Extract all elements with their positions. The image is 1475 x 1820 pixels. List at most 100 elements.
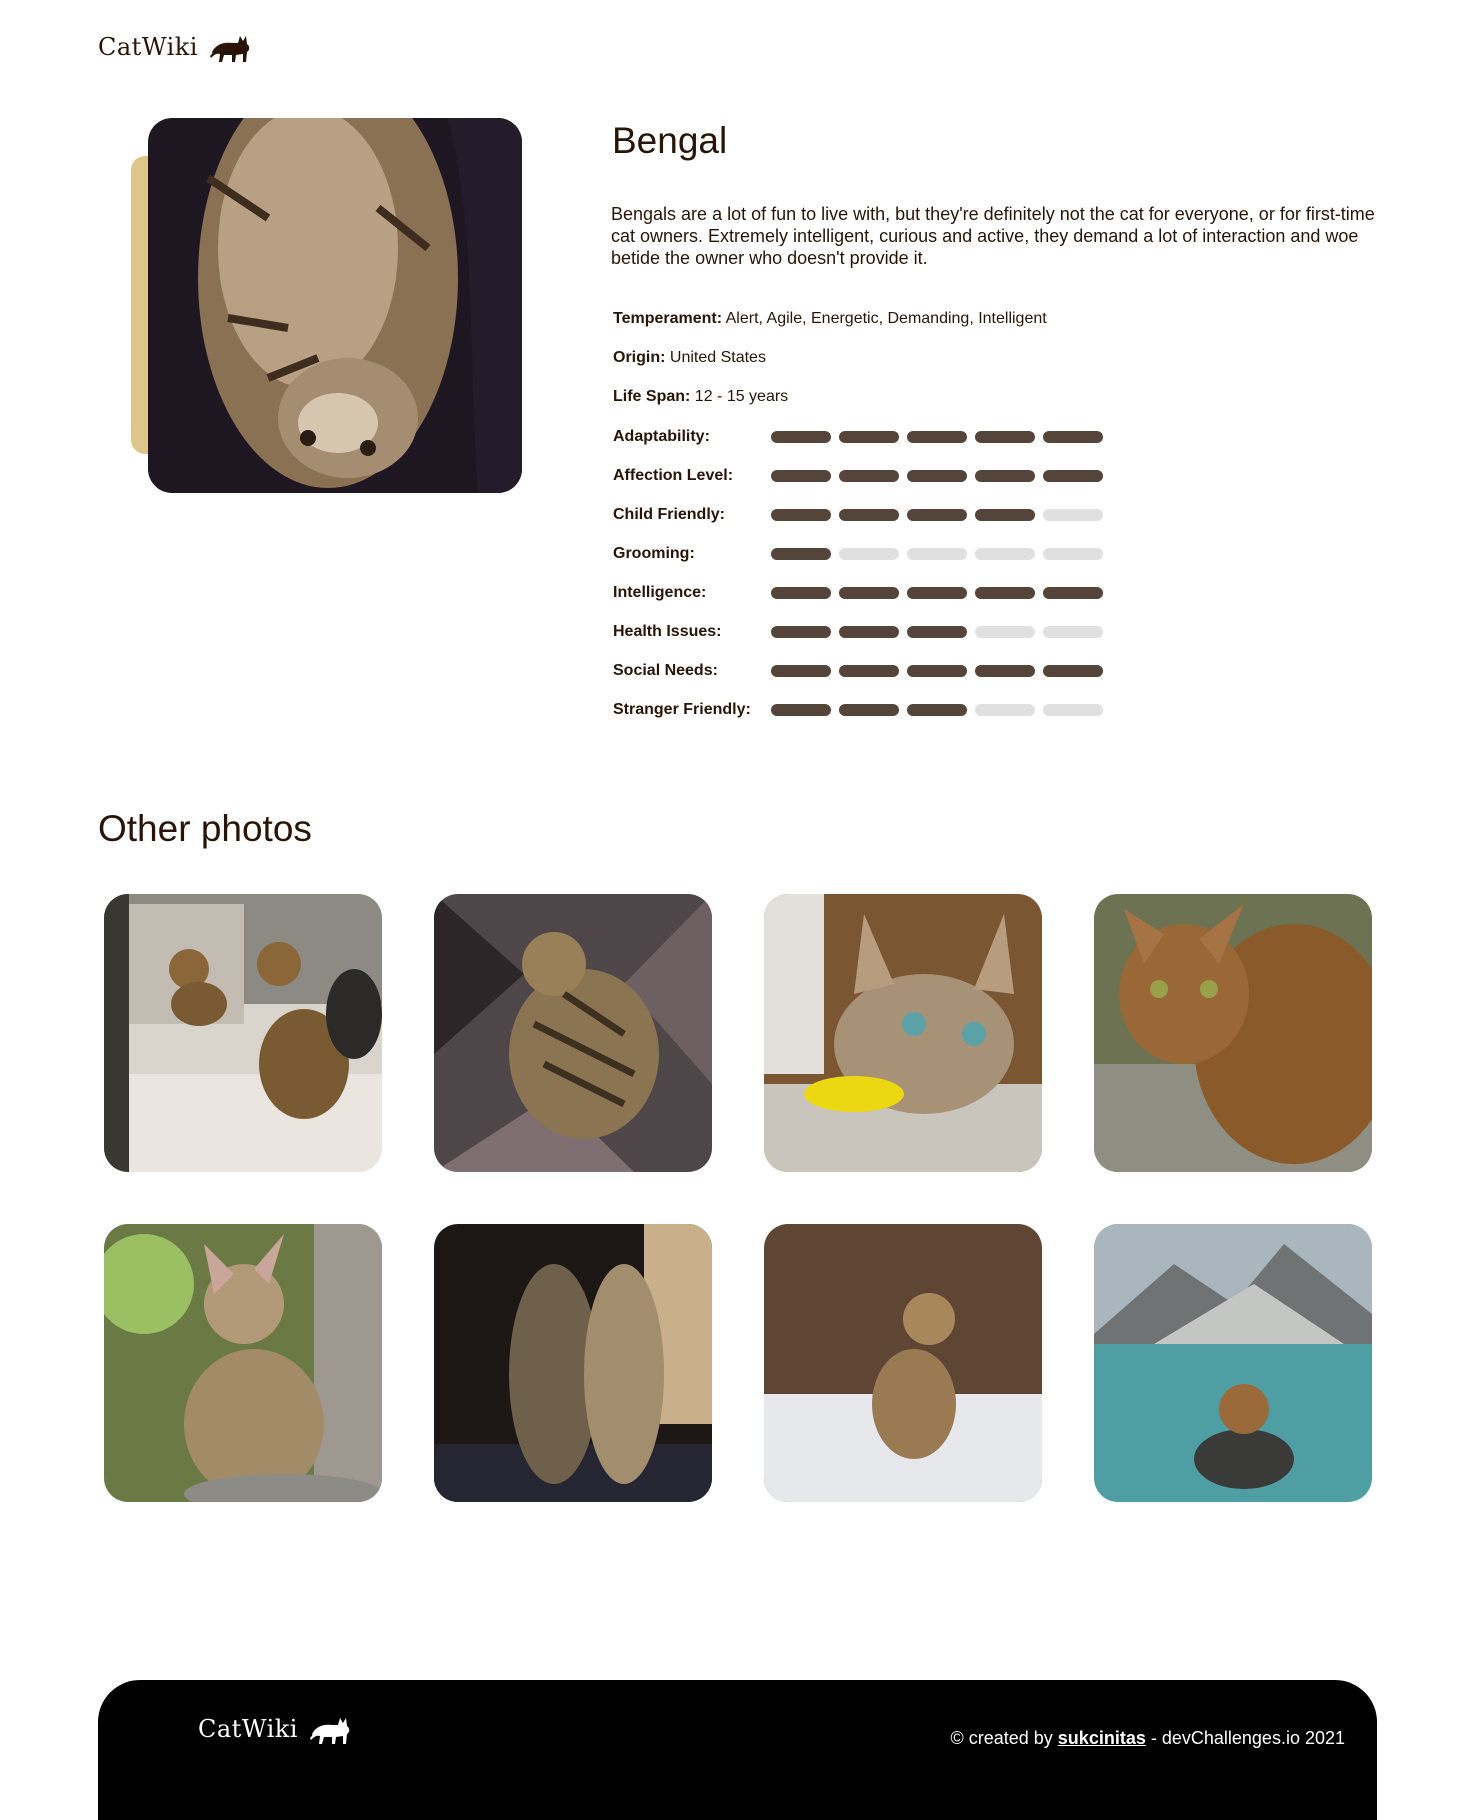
rating-row: Grooming: bbox=[613, 544, 1133, 564]
cat-logo-icon bbox=[309, 1718, 350, 1744]
credit-prefix: © created by bbox=[950, 1728, 1053, 1748]
cat-photo-4[interactable] bbox=[1094, 894, 1372, 1172]
rating-row: Child Friendly: bbox=[613, 505, 1133, 525]
rating-bar-filled bbox=[975, 665, 1035, 677]
rating-bar-filled bbox=[771, 665, 831, 677]
author-link[interactable]: sukcinitas bbox=[1058, 1728, 1146, 1748]
cat-photo-window bbox=[434, 1224, 712, 1502]
life-span-value: 12 - 15 years bbox=[694, 388, 789, 405]
breed-description: Bengals are a lot of fun to live with, b… bbox=[611, 204, 1375, 268]
rating-label: Stranger Friendly: bbox=[613, 701, 751, 718]
rating-label: Affection Level: bbox=[613, 467, 734, 484]
rating-bar-filled bbox=[771, 431, 831, 443]
life-span-line: Life Span: 12 - 15 years bbox=[613, 388, 788, 406]
logo-text: CatWiki bbox=[98, 33, 198, 61]
rating-bars bbox=[771, 470, 1103, 482]
cat-logo-icon bbox=[209, 36, 250, 62]
rating-bar-filled bbox=[975, 587, 1035, 599]
rating-bars bbox=[771, 665, 1103, 677]
rating-bar-filled bbox=[771, 548, 831, 560]
rating-bars bbox=[771, 548, 1103, 560]
cat-photo-6[interactable] bbox=[434, 1224, 712, 1502]
other-photos-title: Other photos bbox=[98, 808, 312, 849]
cat-photo-5[interactable] bbox=[104, 1224, 382, 1502]
rating-label: Child Friendly: bbox=[613, 506, 725, 523]
breed-image-container bbox=[131, 118, 523, 494]
rating-label: Intelligence: bbox=[613, 584, 707, 601]
cat-photo-mirror bbox=[104, 894, 382, 1172]
rating-bar-filled bbox=[907, 509, 967, 521]
cat-photo-2[interactable] bbox=[434, 894, 712, 1172]
footer-logo[interactable]: CatWiki bbox=[198, 1710, 352, 1748]
cat-photo-8[interactable] bbox=[1094, 1224, 1372, 1502]
rating-bar-empty bbox=[1043, 704, 1103, 716]
rating-bars bbox=[771, 704, 1103, 716]
cat-photo-main bbox=[148, 118, 522, 493]
rating-bar-filled bbox=[839, 431, 899, 443]
rating-bar-filled bbox=[839, 704, 899, 716]
rating-bar-filled bbox=[1043, 587, 1103, 599]
rating-bar-filled bbox=[907, 665, 967, 677]
rating-bar-filled bbox=[839, 665, 899, 677]
rating-bars bbox=[771, 431, 1103, 443]
life-span-label: Life Span: bbox=[613, 388, 691, 405]
rating-bar-filled bbox=[975, 470, 1035, 482]
rating-bar-empty bbox=[839, 548, 899, 560]
rating-row: Intelligence: bbox=[613, 583, 1133, 603]
cat-photo-snow bbox=[764, 1224, 1042, 1502]
origin-line: Origin: United States bbox=[613, 349, 766, 367]
rating-bar-filled bbox=[907, 470, 967, 482]
rating-bar-filled bbox=[771, 470, 831, 482]
temperament-line: Temperament: Alert, Agile, Energetic, De… bbox=[613, 310, 1047, 328]
rating-row: Adaptability: bbox=[613, 427, 1133, 447]
rating-bar-empty bbox=[1043, 626, 1103, 638]
temperament-label: Temperament: bbox=[613, 310, 723, 327]
origin-value: United States bbox=[669, 349, 766, 366]
cat-photo-blanket bbox=[434, 894, 712, 1172]
header-logo[interactable]: CatWiki bbox=[98, 28, 252, 66]
rating-bar-filled bbox=[907, 704, 967, 716]
rating-bar-filled bbox=[907, 626, 967, 638]
cat-photo-lake bbox=[1094, 1224, 1372, 1502]
rating-label: Adaptability: bbox=[613, 428, 710, 445]
rating-label: Grooming: bbox=[613, 545, 695, 562]
breed-main-photo bbox=[148, 118, 522, 493]
temperament-value: Alert, Agile, Energetic, Demanding, Inte… bbox=[725, 310, 1047, 327]
rating-bar-filled bbox=[771, 587, 831, 599]
rating-bar-empty bbox=[907, 548, 967, 560]
breed-name: Bengal bbox=[612, 120, 728, 161]
rating-row: Affection Level: bbox=[613, 466, 1133, 486]
cat-photo-feather bbox=[764, 894, 1042, 1172]
rating-bars bbox=[771, 509, 1103, 521]
cat-photo-3[interactable] bbox=[764, 894, 1042, 1172]
footer: CatWiki © created by sukcinitas - devCha… bbox=[98, 1680, 1377, 1820]
rating-bar-filled bbox=[839, 626, 899, 638]
cat-photo-outdoor bbox=[1094, 894, 1372, 1172]
rating-label: Health Issues: bbox=[613, 623, 722, 640]
rating-bar-filled bbox=[907, 587, 967, 599]
rating-row: Health Issues: bbox=[613, 622, 1133, 642]
rating-label: Social Needs: bbox=[613, 662, 718, 679]
rating-bar-empty bbox=[975, 548, 1035, 560]
cat-photo-1[interactable] bbox=[104, 894, 382, 1172]
rating-bar-empty bbox=[1043, 548, 1103, 560]
footer-logo-text: CatWiki bbox=[198, 1715, 298, 1743]
rating-row: Stranger Friendly: bbox=[613, 700, 1133, 720]
rating-bar-empty bbox=[975, 626, 1035, 638]
rating-bar-filled bbox=[771, 704, 831, 716]
rating-bar-filled bbox=[907, 431, 967, 443]
rating-bar-empty bbox=[975, 704, 1035, 716]
rating-bar-filled bbox=[771, 509, 831, 521]
rating-bars bbox=[771, 626, 1103, 638]
rating-bar-filled bbox=[1043, 665, 1103, 677]
rating-bar-filled bbox=[839, 587, 899, 599]
rating-bar-filled bbox=[1043, 470, 1103, 482]
cat-photo-kitten bbox=[104, 1224, 382, 1502]
rating-bar-filled bbox=[771, 626, 831, 638]
credit-suffix: - devChallenges.io 2021 bbox=[1150, 1728, 1345, 1748]
rating-bars bbox=[771, 587, 1103, 599]
cat-photo-7[interactable] bbox=[764, 1224, 1042, 1502]
rating-bar-filled bbox=[1043, 431, 1103, 443]
origin-label: Origin: bbox=[613, 349, 666, 366]
rating-bar-empty bbox=[1043, 509, 1103, 521]
